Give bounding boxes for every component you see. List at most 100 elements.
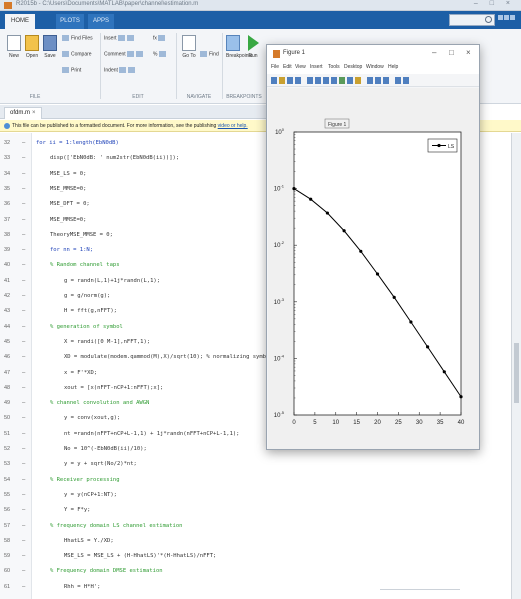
print-figure-icon[interactable]	[295, 77, 301, 84]
breakpoint-dash[interactable]: –	[22, 474, 25, 486]
breakpoint-dash[interactable]: –	[22, 489, 25, 501]
figure-canvas[interactable]: Figure 10 5 10 15 20 25 30 35 4010010-110-210-31…	[268, 88, 479, 449]
colorbar-icon[interactable]	[375, 77, 381, 84]
comment-button[interactable]: Comment	[104, 51, 145, 57]
find-button[interactable]: Find	[200, 51, 219, 57]
breakpoint-dash[interactable]: –	[22, 581, 25, 593]
breakpoint-dash[interactable]: –	[22, 336, 25, 348]
window-controls[interactable]: – □ ×	[474, 0, 515, 7]
open-button[interactable]: Open	[24, 35, 40, 59]
save-button[interactable]: Save	[42, 35, 58, 59]
tab-home[interactable]: HOME	[5, 14, 35, 29]
code-line[interactable]: 60 – % Frequency domain DMSE estimation	[0, 565, 500, 577]
breakpoint-dash[interactable]: –	[22, 382, 25, 394]
breakpoint-dash[interactable]: –	[22, 351, 25, 363]
code-line[interactable]: 57 – % frequency domain LS channel estimat…	[0, 520, 500, 532]
editor-scrollbar[interactable]	[512, 133, 521, 599]
breakpoint-dash[interactable]: –	[22, 168, 25, 180]
go-to-button[interactable]: Go To	[181, 35, 197, 59]
breakpoint-dash[interactable]: –	[22, 443, 25, 455]
insert-button[interactable]: Insert	[104, 35, 136, 41]
menu-tools[interactable]: Tools	[328, 64, 340, 70]
comment-percent-button[interactable]: %	[153, 51, 168, 57]
search-documentation-input[interactable]	[449, 14, 495, 26]
info-bar-link[interactable]: video or help.	[218, 123, 248, 129]
open-figure-icon[interactable]	[279, 77, 285, 84]
code-line[interactable]: 54 – % Receiver processing	[0, 474, 500, 486]
menu-window[interactable]: Window	[366, 64, 384, 70]
menu-view[interactable]: View	[295, 64, 306, 70]
breakpoint-dash[interactable]: –	[22, 520, 25, 532]
show-plot-tools-icon[interactable]	[403, 77, 409, 84]
breakpoint-dash[interactable]: –	[22, 535, 25, 547]
figure-window[interactable]: Figure 1 – □ × File Edit View Insert Too…	[266, 44, 480, 450]
breakpoint-dash[interactable]: –	[22, 244, 25, 256]
menu-desktop[interactable]: Desktop	[344, 64, 362, 70]
fx-button[interactable]: fx	[153, 35, 167, 41]
breakpoint-dash[interactable]: –	[22, 198, 25, 210]
breakpoint-dash[interactable]: –	[22, 259, 25, 271]
breakpoint-dash[interactable]: –	[22, 152, 25, 164]
tab-apps[interactable]: APPS	[88, 14, 114, 29]
save-figure-icon[interactable]	[287, 77, 293, 84]
zoom-out-icon[interactable]	[323, 77, 329, 84]
new-button[interactable]: New	[6, 35, 22, 59]
code-line[interactable]: 53 – y = y + sqrt(No/2)*nt;	[0, 458, 500, 470]
breakpoint-dash[interactable]: –	[22, 367, 25, 379]
brush-icon[interactable]	[355, 77, 361, 84]
divider	[100, 33, 101, 99]
matlab-logo-icon	[4, 2, 12, 9]
breakpoint-dash[interactable]: –	[22, 290, 25, 302]
breakpoint-dash[interactable]: –	[22, 305, 25, 317]
find-files-button[interactable]: Find Files	[62, 35, 93, 41]
indent-button[interactable]: Indent	[104, 67, 137, 73]
breakpoint-dash[interactable]: –	[22, 137, 25, 149]
close-button[interactable]: ×	[466, 48, 471, 57]
code-line[interactable]: 58 – HhatLS = Y./XD;	[0, 535, 500, 547]
menu-edit[interactable]: Edit	[283, 64, 292, 70]
code-text: xout = [x(nFFT-nCP+1:nFFT);x];	[64, 384, 164, 391]
hide-plot-tools-icon[interactable]	[395, 77, 401, 84]
breakpoints-button[interactable]: Breakpoints	[226, 35, 252, 59]
zoom-in-icon[interactable]	[315, 77, 321, 84]
print-button[interactable]: Print	[62, 67, 81, 73]
code-line[interactable]: 55 – y = y(nCP+1:NT);	[0, 489, 500, 501]
breakpoint-dash[interactable]: –	[22, 214, 25, 226]
menu-help[interactable]: Help	[388, 64, 398, 70]
breakpoint-dash[interactable]: –	[22, 565, 25, 577]
breakpoint-dash[interactable]: –	[22, 504, 25, 516]
minimize-button[interactable]: –	[432, 48, 436, 57]
breakpoint-dash[interactable]: –	[22, 428, 25, 440]
data-cursor-icon[interactable]	[347, 77, 353, 84]
code-line[interactable]: 59 – MSE_LS = MSE_LS + (H-HhatLS)'*(H-Hhat…	[0, 550, 500, 562]
breakpoint-dash[interactable]: –	[22, 550, 25, 562]
legend-icon[interactable]	[383, 77, 389, 84]
breakpoint-dash[interactable]: –	[22, 412, 25, 424]
go-to-icon	[182, 35, 196, 51]
code-text: for ii = 1:length(EbN0dB)	[36, 140, 119, 146]
line-number: 34	[4, 170, 11, 177]
quick-access-toolbar[interactable]	[497, 15, 517, 25]
menu-insert[interactable]: Insert	[310, 64, 323, 70]
compare-button[interactable]: Compare	[62, 51, 92, 57]
run-button[interactable]: Run	[246, 35, 260, 59]
breakpoint-dash[interactable]: –	[22, 458, 25, 470]
link-icon[interactable]	[367, 77, 373, 84]
pointer-icon[interactable]	[307, 77, 313, 84]
menu-file[interactable]: File	[271, 64, 279, 70]
data-point	[309, 197, 313, 201]
breakpoint-dash[interactable]: –	[22, 183, 25, 195]
breakpoint-dash[interactable]: –	[22, 275, 25, 287]
new-figure-icon[interactable]	[271, 77, 277, 84]
maximize-button[interactable]: □	[449, 48, 454, 57]
tab-plots[interactable]: PLOTS	[56, 14, 84, 29]
pan-icon[interactable]	[331, 77, 337, 84]
breakpoint-dash[interactable]: –	[22, 229, 25, 241]
scrollbar-thumb[interactable]	[514, 343, 519, 403]
rotate-icon[interactable]	[339, 77, 345, 84]
close-tab-icon[interactable]: ×	[32, 110, 36, 116]
breakpoint-dash[interactable]: –	[22, 321, 25, 333]
file-tab[interactable]: ofdm.m ×	[4, 107, 42, 119]
breakpoint-dash[interactable]: –	[22, 397, 25, 409]
code-line[interactable]: 56 – Y = F*y;	[0, 504, 500, 516]
